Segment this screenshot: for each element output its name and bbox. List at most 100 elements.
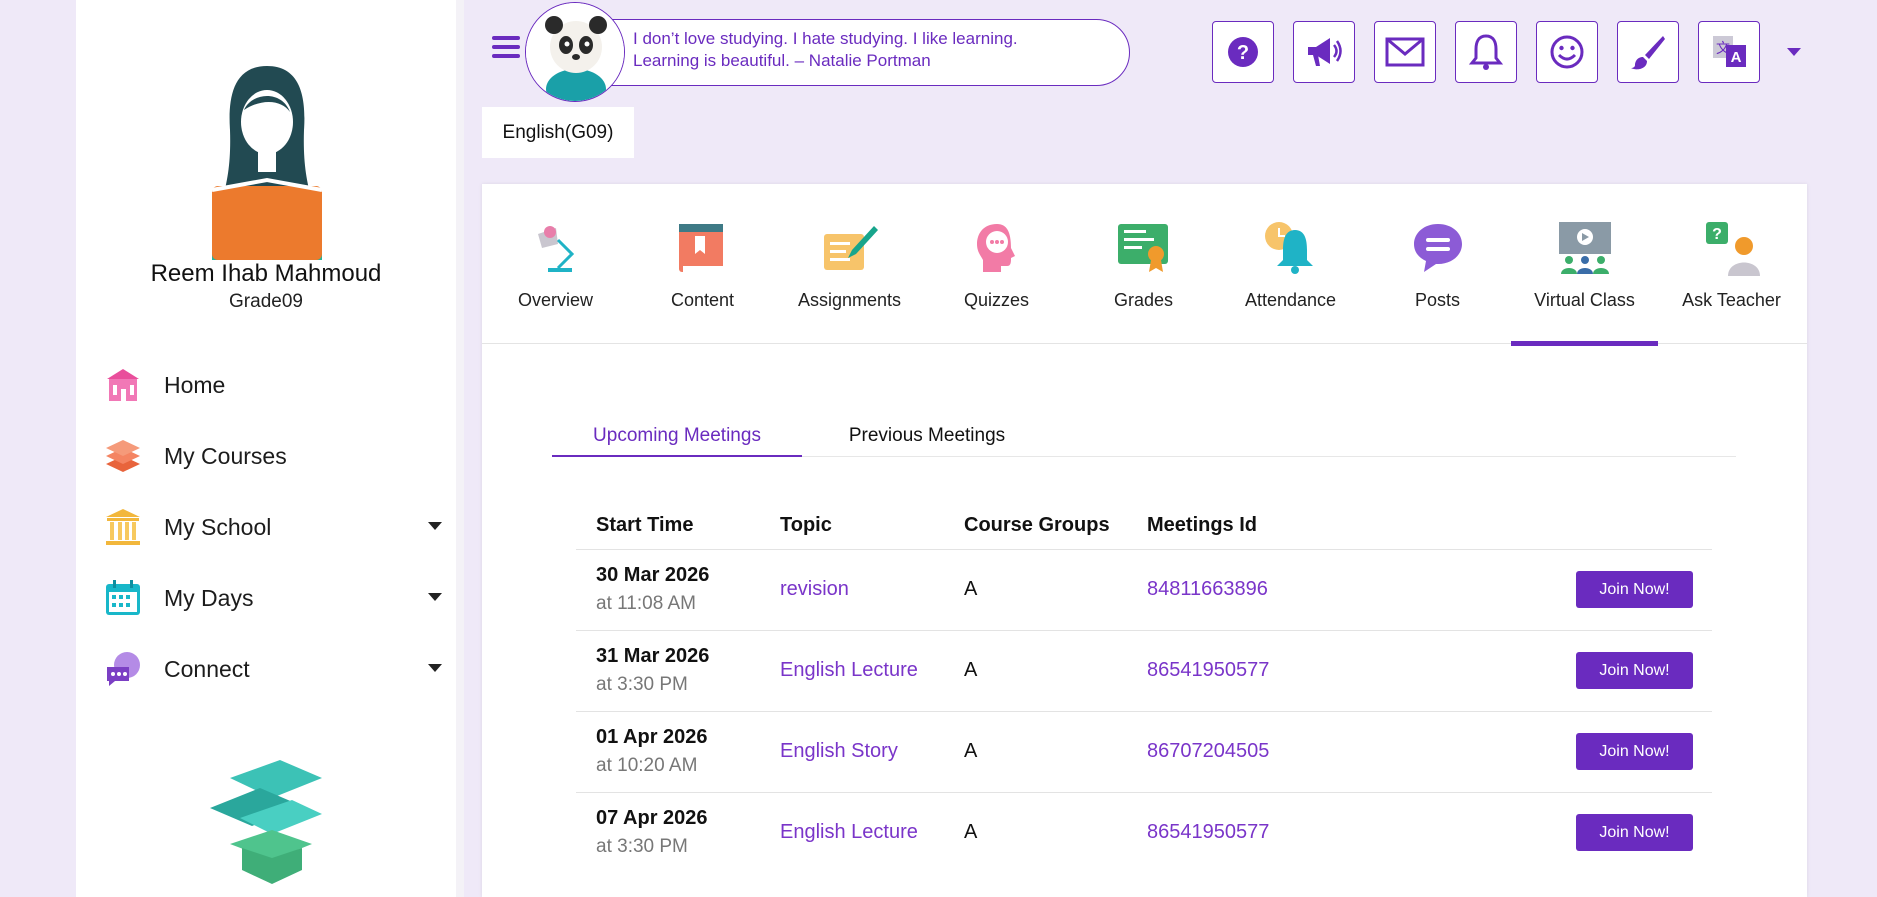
tab-quizzes[interactable]: Quizzes [923, 184, 1070, 344]
chat-bubbles-icon [102, 648, 144, 690]
language-button[interactable]: 文A [1698, 21, 1760, 83]
tab-grades[interactable]: Grades [1070, 184, 1217, 344]
nav-item-my-days[interactable]: My Days [102, 573, 442, 623]
books-stack-icon [102, 435, 144, 477]
quote-text: I don’t love studying. I hate studying. … [633, 29, 1018, 70]
meeting-id-link[interactable]: 86541950577 [1147, 659, 1269, 682]
tab-upcoming-meetings[interactable]: Upcoming Meetings [552, 419, 802, 457]
pen-paper-icon [824, 226, 878, 270]
presentation-icon [1559, 222, 1611, 274]
meeting-topic-link[interactable]: revision [780, 578, 849, 601]
head-thought-icon [977, 224, 1015, 272]
smiley-icon [1550, 35, 1584, 69]
meeting-group: A [964, 740, 978, 762]
help-button[interactable]: ? [1212, 21, 1274, 83]
notifications-button[interactable] [1455, 21, 1517, 83]
student-avatar-icon [211, 66, 323, 260]
table-row: 31 Mar 2026 at 3:30 PM English Lecture A… [576, 630, 1712, 711]
bell-icon [1468, 34, 1504, 70]
column-header-meetings-id: Meetings Id [1147, 514, 1258, 536]
help-icon: ? [1228, 37, 1258, 67]
chevron-down-icon[interactable] [1787, 48, 1801, 56]
nav-label-my-school: My School [164, 513, 272, 540]
nav-item-my-school[interactable]: My School [102, 502, 442, 552]
desk-lamp-icon [538, 226, 575, 272]
calendar-icon [102, 577, 144, 619]
meeting-tabs: Upcoming Meetings Previous Meetings [552, 419, 1736, 457]
nav-label-my-courses: My Courses [164, 442, 287, 469]
meeting-id-link[interactable]: 86707204505 [1147, 740, 1269, 763]
institution-columns-icon [102, 506, 144, 548]
meeting-topic-link[interactable]: English Lecture [780, 821, 918, 844]
tab-label: Overview [517, 290, 593, 310]
meeting-group: A [964, 578, 978, 600]
mail-icon [1385, 37, 1425, 67]
nav-item-home[interactable]: Home [102, 360, 442, 410]
tab-previous-meetings[interactable]: Previous Meetings [802, 419, 1052, 457]
tab-ask-teacher[interactable]: ? Ask Teacher [1658, 184, 1805, 344]
tab-label: Quizzes [963, 290, 1030, 310]
meeting-group: A [964, 821, 978, 843]
tab-virtual-class[interactable]: Virtual Class [1511, 184, 1658, 346]
meeting-id-link[interactable]: 84811663896 [1147, 578, 1268, 601]
join-now-button[interactable]: Join Now! [1576, 814, 1693, 851]
join-now-button[interactable]: Join Now! [1576, 652, 1693, 689]
announcements-button[interactable] [1293, 21, 1355, 83]
meeting-topic-link[interactable]: English Story [780, 740, 898, 763]
panda-mascot-icon [525, 2, 625, 102]
chevron-down-icon[interactable] [428, 593, 442, 601]
tab-content[interactable]: Content [629, 184, 776, 344]
meeting-time: at 3:30 PM [596, 836, 688, 857]
tab-attendance[interactable]: Attendance [1217, 184, 1364, 344]
tab-label: Assignments [797, 290, 902, 310]
megaphone-icon [1308, 38, 1342, 66]
question-person-icon: ? [1706, 222, 1760, 276]
nav-label-my-days: My Days [164, 584, 254, 611]
meeting-topic-link[interactable]: English Lecture [780, 659, 918, 682]
tab-posts[interactable]: Posts [1364, 184, 1511, 344]
meeting-time: at 11:08 AM [596, 593, 696, 614]
nav-label-connect: Connect [164, 655, 250, 682]
chevron-down-icon[interactable] [428, 664, 442, 672]
nav-item-connect[interactable]: Connect [102, 644, 442, 694]
hamburger-menu-icon[interactable] [492, 36, 520, 62]
sidebar-scrollbar[interactable] [456, 0, 464, 897]
student-name: Reem Ihab Mahmoud [150, 260, 382, 287]
tab-label: Posts [1414, 290, 1461, 310]
nav-label-home: Home [164, 371, 226, 398]
meeting-date: 31 Mar 2026 [596, 645, 710, 667]
tab-label: Ask Teacher [1682, 290, 1781, 310]
speech-bubble-icon [1414, 224, 1462, 272]
table-row: 07 Apr 2026 at 3:30 PM English Lecture A… [576, 792, 1712, 873]
nav-item-my-courses[interactable]: My Courses [102, 431, 442, 481]
mood-button[interactable] [1536, 21, 1598, 83]
meeting-time: at 3:30 PM [596, 674, 688, 695]
svg-text:?: ? [1712, 226, 1722, 243]
meeting-date: 01 Apr 2026 [596, 726, 708, 748]
meeting-date: 30 Mar 2026 [596, 564, 710, 586]
table-row: 30 Mar 2026 at 11:08 AM revision A 84811… [576, 549, 1712, 630]
course-panel: Overview Content Assignments Quizzes Gra… [482, 184, 1807, 897]
column-header-course-groups: Course Groups [964, 514, 1110, 536]
tab-assignments[interactable]: Assignments [776, 184, 923, 344]
school-building-icon [102, 364, 144, 406]
course-tabs: Overview Content Assignments Quizzes Gra… [482, 184, 1807, 346]
book-icon [679, 224, 723, 272]
tab-overview[interactable]: Overview [482, 184, 629, 344]
student-grade: Grade09 [229, 291, 303, 312]
course-title-tab[interactable]: English(G09) [482, 107, 634, 158]
join-now-button[interactable]: Join Now! [1576, 571, 1693, 608]
corner-logo-icon [76, 0, 84, 54]
chevron-down-icon[interactable] [428, 522, 442, 530]
svg-text:?: ? [1237, 42, 1249, 64]
messages-button[interactable] [1374, 21, 1436, 83]
sidebar: Reem Ihab Mahmoud Grade09 Home My Course… [76, 0, 456, 897]
tab-label: Attendance [1244, 290, 1337, 310]
translate-icon: 文A [1713, 36, 1746, 67]
theme-button[interactable] [1617, 21, 1679, 83]
brush-icon [1631, 36, 1665, 70]
table-row: 01 Apr 2026 at 10:20 AM English Story A … [576, 711, 1712, 792]
meeting-id-link[interactable]: 86541950577 [1147, 821, 1269, 844]
join-now-button[interactable]: Join Now! [1576, 733, 1693, 770]
meeting-date: 07 Apr 2026 [596, 807, 708, 829]
